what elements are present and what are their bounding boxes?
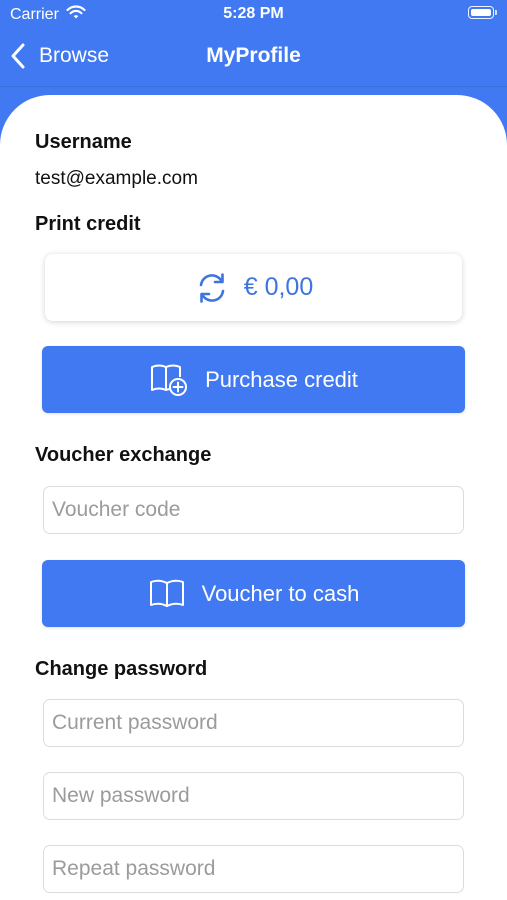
print-credit-label: Print credit xyxy=(35,213,141,235)
status-time: 5:28 PM xyxy=(223,5,284,22)
screen: Carrier 5:28 PM Browse MyProfile Usernam xyxy=(0,0,507,900)
repeat-password-input[interactable] xyxy=(43,845,464,893)
change-password-label: Change password xyxy=(35,658,208,680)
nav-divider xyxy=(0,86,507,87)
voucher-to-cash-button[interactable]: Voucher to cash xyxy=(42,560,465,627)
current-password-input[interactable] xyxy=(43,699,464,747)
purchase-credit-button[interactable]: Purchase credit xyxy=(42,346,465,413)
battery-level xyxy=(470,8,491,16)
new-password-input[interactable] xyxy=(43,772,464,820)
username-value: test@example.com xyxy=(35,168,198,189)
refresh-icon[interactable] xyxy=(194,270,230,306)
voucher-code-input[interactable] xyxy=(43,486,464,534)
purchase-credit-label: Purchase credit xyxy=(205,366,358,392)
status-bar: Carrier 5:28 PM xyxy=(0,0,507,30)
book-open-icon xyxy=(148,578,186,610)
credit-balance-box[interactable]: € 0,00 xyxy=(45,254,462,321)
credit-amount: € 0,00 xyxy=(243,273,314,301)
battery-icon xyxy=(468,6,497,19)
voucher-exchange-label: Voucher exchange xyxy=(35,444,212,466)
nav-bar: Browse MyProfile xyxy=(0,30,507,86)
book-plus-icon xyxy=(149,363,189,397)
voucher-to-cash-label: Voucher to cash xyxy=(201,580,360,606)
username-label: Username xyxy=(35,131,132,153)
page-title: MyProfile xyxy=(206,44,301,67)
